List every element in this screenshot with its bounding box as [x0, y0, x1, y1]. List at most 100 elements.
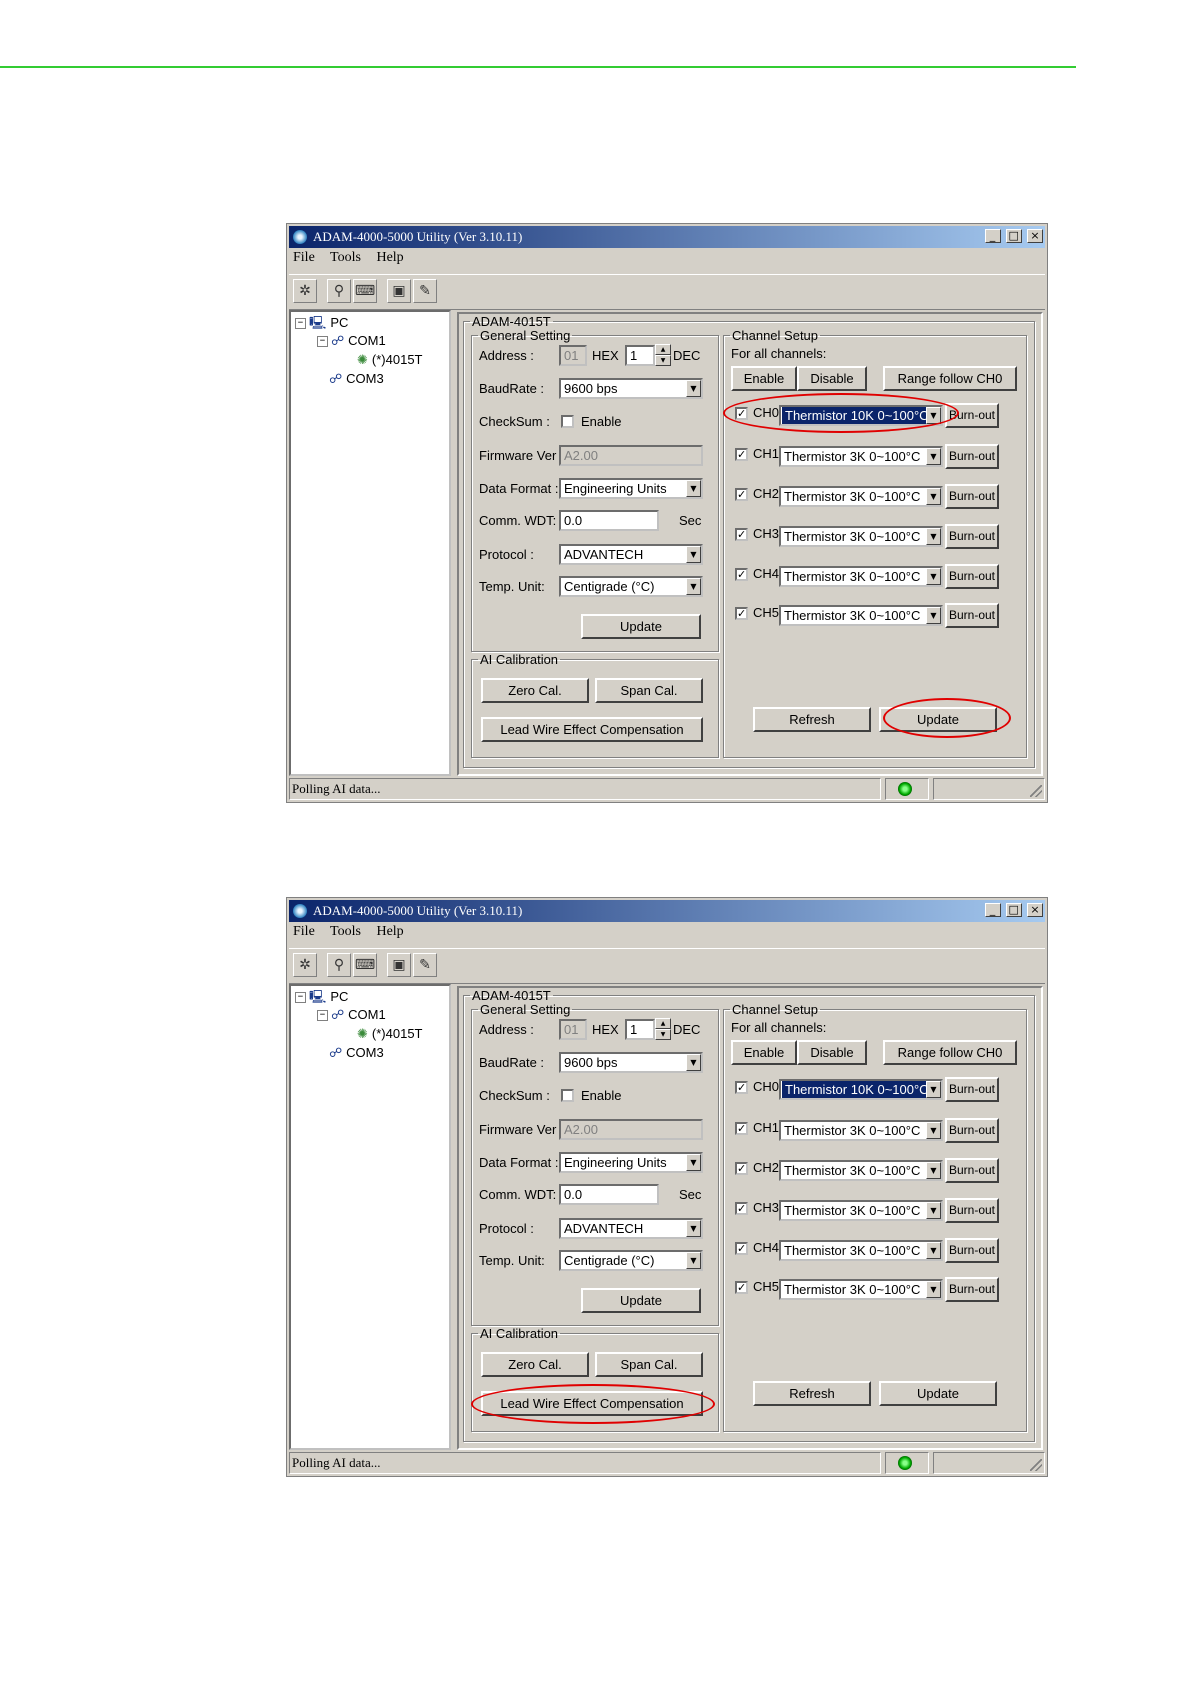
refresh-button[interactable]: Refresh [753, 707, 871, 732]
edit-icon[interactable]: ✎ [413, 279, 437, 303]
close-button[interactable]: × [1027, 229, 1043, 243]
enable-all-button[interactable]: Enable [731, 1040, 797, 1065]
chevron-down-icon[interactable]: ▼ [686, 1054, 701, 1071]
ch1-range-select[interactable]: Thermistor 3K 0~100°C ▼ [779, 446, 943, 467]
terminal-icon[interactable]: ⌨ [353, 953, 377, 977]
refresh-button[interactable]: Refresh [753, 1381, 871, 1406]
chevron-down-icon[interactable]: ▼ [926, 488, 941, 505]
data-format-select[interactable]: Engineering Units ▼ [559, 1152, 703, 1173]
range-follow-ch0-button[interactable]: Range follow CH0 [883, 366, 1017, 391]
menu-help[interactable]: Help [376, 250, 403, 265]
minimize-button[interactable]: _ [984, 903, 1001, 917]
menu-tools[interactable]: Tools [330, 250, 361, 265]
chevron-down-icon[interactable]: ▼ [686, 578, 701, 595]
address-stepper[interactable]: ▲ ▼ [655, 344, 671, 366]
ch0-checkbox[interactable]: ✓ [735, 407, 748, 420]
span-cal-button[interactable]: Span Cal. [595, 1352, 703, 1377]
menu-tools[interactable]: Tools [330, 924, 361, 939]
zero-cal-button[interactable]: Zero Cal. [481, 1352, 589, 1377]
chevron-down-icon[interactable]: ▼ [686, 1220, 701, 1237]
ch5-burnout-button[interactable]: Burn-out [945, 603, 999, 628]
wdt-field[interactable]: 0.0 [559, 510, 659, 531]
maximize-button[interactable]: □ [1005, 229, 1022, 243]
ch0-range-select[interactable]: Thermistor 10K 0~100°C ▼ [779, 1079, 943, 1100]
edit-icon[interactable]: ✎ [413, 953, 437, 977]
chevron-down-icon[interactable]: ▼ [926, 607, 941, 624]
collapse-icon[interactable]: − [295, 318, 306, 330]
ch2-burnout-button[interactable]: Burn-out [945, 484, 999, 509]
chevron-down-icon[interactable]: ▼ [926, 1202, 941, 1219]
chevron-down-icon[interactable]: ▼ [686, 480, 701, 497]
collapse-icon[interactable]: − [295, 992, 306, 1004]
terminal-icon[interactable]: ⌨ [353, 279, 377, 303]
tree-node-module[interactable]: ✺ (*)4015T [357, 1026, 422, 1042]
collapse-icon[interactable]: − [317, 336, 328, 348]
chevron-down-icon[interactable]: ▼ [686, 380, 701, 397]
ch1-burnout-button[interactable]: Burn-out [945, 444, 999, 469]
chevron-down-icon[interactable]: ▼ [926, 407, 941, 424]
chevron-down-icon[interactable]: ▼ [926, 568, 941, 585]
ch3-checkbox[interactable]: ✓ [735, 1202, 748, 1215]
chevron-down-icon[interactable]: ▼ [926, 1281, 941, 1298]
ch4-range-select[interactable]: Thermistor 3K 0~100°C ▼ [779, 1240, 943, 1261]
general-update-button[interactable]: Update [581, 1288, 701, 1313]
chevron-down-icon[interactable]: ▼ [686, 546, 701, 563]
ch0-range-select[interactable]: Thermistor 10K 0~100°C ▼ [779, 405, 943, 426]
zero-cal-button[interactable]: Zero Cal. [481, 678, 589, 703]
chevron-down-icon[interactable]: ▼ [926, 448, 941, 465]
connect-icon[interactable]: ✲ [293, 279, 317, 303]
ch2-burnout-button[interactable]: Burn-out [945, 1158, 999, 1183]
ch3-burnout-button[interactable]: Burn-out [945, 524, 999, 549]
ch0-checkbox[interactable]: ✓ [735, 1081, 748, 1094]
checksum-checkbox[interactable] [561, 1089, 574, 1102]
data-format-select[interactable]: Engineering Units ▼ [559, 478, 703, 499]
chevron-down-icon[interactable]: ▼ [926, 1162, 941, 1179]
menu-file[interactable]: File [293, 250, 315, 265]
temp-unit-select[interactable]: Centigrade (°C) ▼ [559, 576, 703, 597]
chevron-down-icon[interactable]: ▼ [926, 1122, 941, 1139]
protocol-select[interactable]: ADVANTECH ▼ [559, 544, 703, 565]
ch2-range-select[interactable]: Thermistor 3K 0~100°C ▼ [779, 486, 943, 507]
range-follow-ch0-button[interactable]: Range follow CH0 [883, 1040, 1017, 1065]
chevron-down-icon[interactable]: ▼ [926, 528, 941, 545]
ch5-range-select[interactable]: Thermistor 3K 0~100°C ▼ [779, 1279, 943, 1300]
ch4-burnout-button[interactable]: Burn-out [945, 564, 999, 589]
menu-help[interactable]: Help [376, 924, 403, 939]
tree-node-com1[interactable]: − ☍ COM1 [317, 1007, 386, 1023]
ch4-checkbox[interactable]: ✓ [735, 568, 748, 581]
resize-grip-icon[interactable] [1030, 785, 1042, 797]
chevron-down-icon[interactable]: ▼ [926, 1242, 941, 1259]
ch2-range-select[interactable]: Thermistor 3K 0~100°C ▼ [779, 1160, 943, 1181]
title-bar[interactable]: ADAM-4000-5000 Utility (Ver 3.10.11) _ □… [289, 900, 1045, 922]
tree-node-com1[interactable]: − ☍ COM1 [317, 333, 386, 349]
temp-unit-select[interactable]: Centigrade (°C) ▼ [559, 1250, 703, 1271]
disable-all-button[interactable]: Disable [797, 1040, 867, 1065]
connect-icon[interactable]: ✲ [293, 953, 317, 977]
ch5-checkbox[interactable]: ✓ [735, 1281, 748, 1294]
ch2-checkbox[interactable]: ✓ [735, 1162, 748, 1175]
ch4-burnout-button[interactable]: Burn-out [945, 1238, 999, 1263]
ch1-range-select[interactable]: Thermistor 3K 0~100°C ▼ [779, 1120, 943, 1141]
tree-node-module[interactable]: ✺ (*)4015T [357, 352, 422, 368]
ch5-checkbox[interactable]: ✓ [735, 607, 748, 620]
chevron-down-icon[interactable]: ▼ [686, 1252, 701, 1269]
ch0-burnout-button[interactable]: Burn-out [945, 1077, 999, 1102]
address-stepper[interactable]: ▲ ▼ [655, 1018, 671, 1040]
lead-wire-compensation-button[interactable]: Lead Wire Effect Compensation [481, 717, 703, 742]
span-cal-button[interactable]: Span Cal. [595, 678, 703, 703]
ch1-checkbox[interactable]: ✓ [735, 448, 748, 461]
general-update-button[interactable]: Update [581, 614, 701, 639]
collapse-icon[interactable]: − [317, 1010, 328, 1022]
ch3-burnout-button[interactable]: Burn-out [945, 1198, 999, 1223]
close-button[interactable]: × [1027, 903, 1043, 917]
monitor-icon[interactable]: ▣ [387, 953, 411, 977]
resize-grip-icon[interactable] [1030, 1459, 1042, 1471]
ch0-burnout-button[interactable]: Burn-out [945, 403, 999, 428]
baudrate-select[interactable]: 9600 bps ▼ [559, 1052, 703, 1073]
chevron-down-icon[interactable]: ▼ [926, 1081, 941, 1098]
address-dec-field[interactable]: 1 [625, 345, 655, 366]
protocol-select[interactable]: ADVANTECH ▼ [559, 1218, 703, 1239]
search-icon[interactable]: ⚲ [327, 279, 351, 303]
ch3-range-select[interactable]: Thermistor 3K 0~100°C ▼ [779, 526, 943, 547]
title-bar[interactable]: ADAM-4000-5000 Utility (Ver 3.10.11) _ □… [289, 226, 1045, 248]
